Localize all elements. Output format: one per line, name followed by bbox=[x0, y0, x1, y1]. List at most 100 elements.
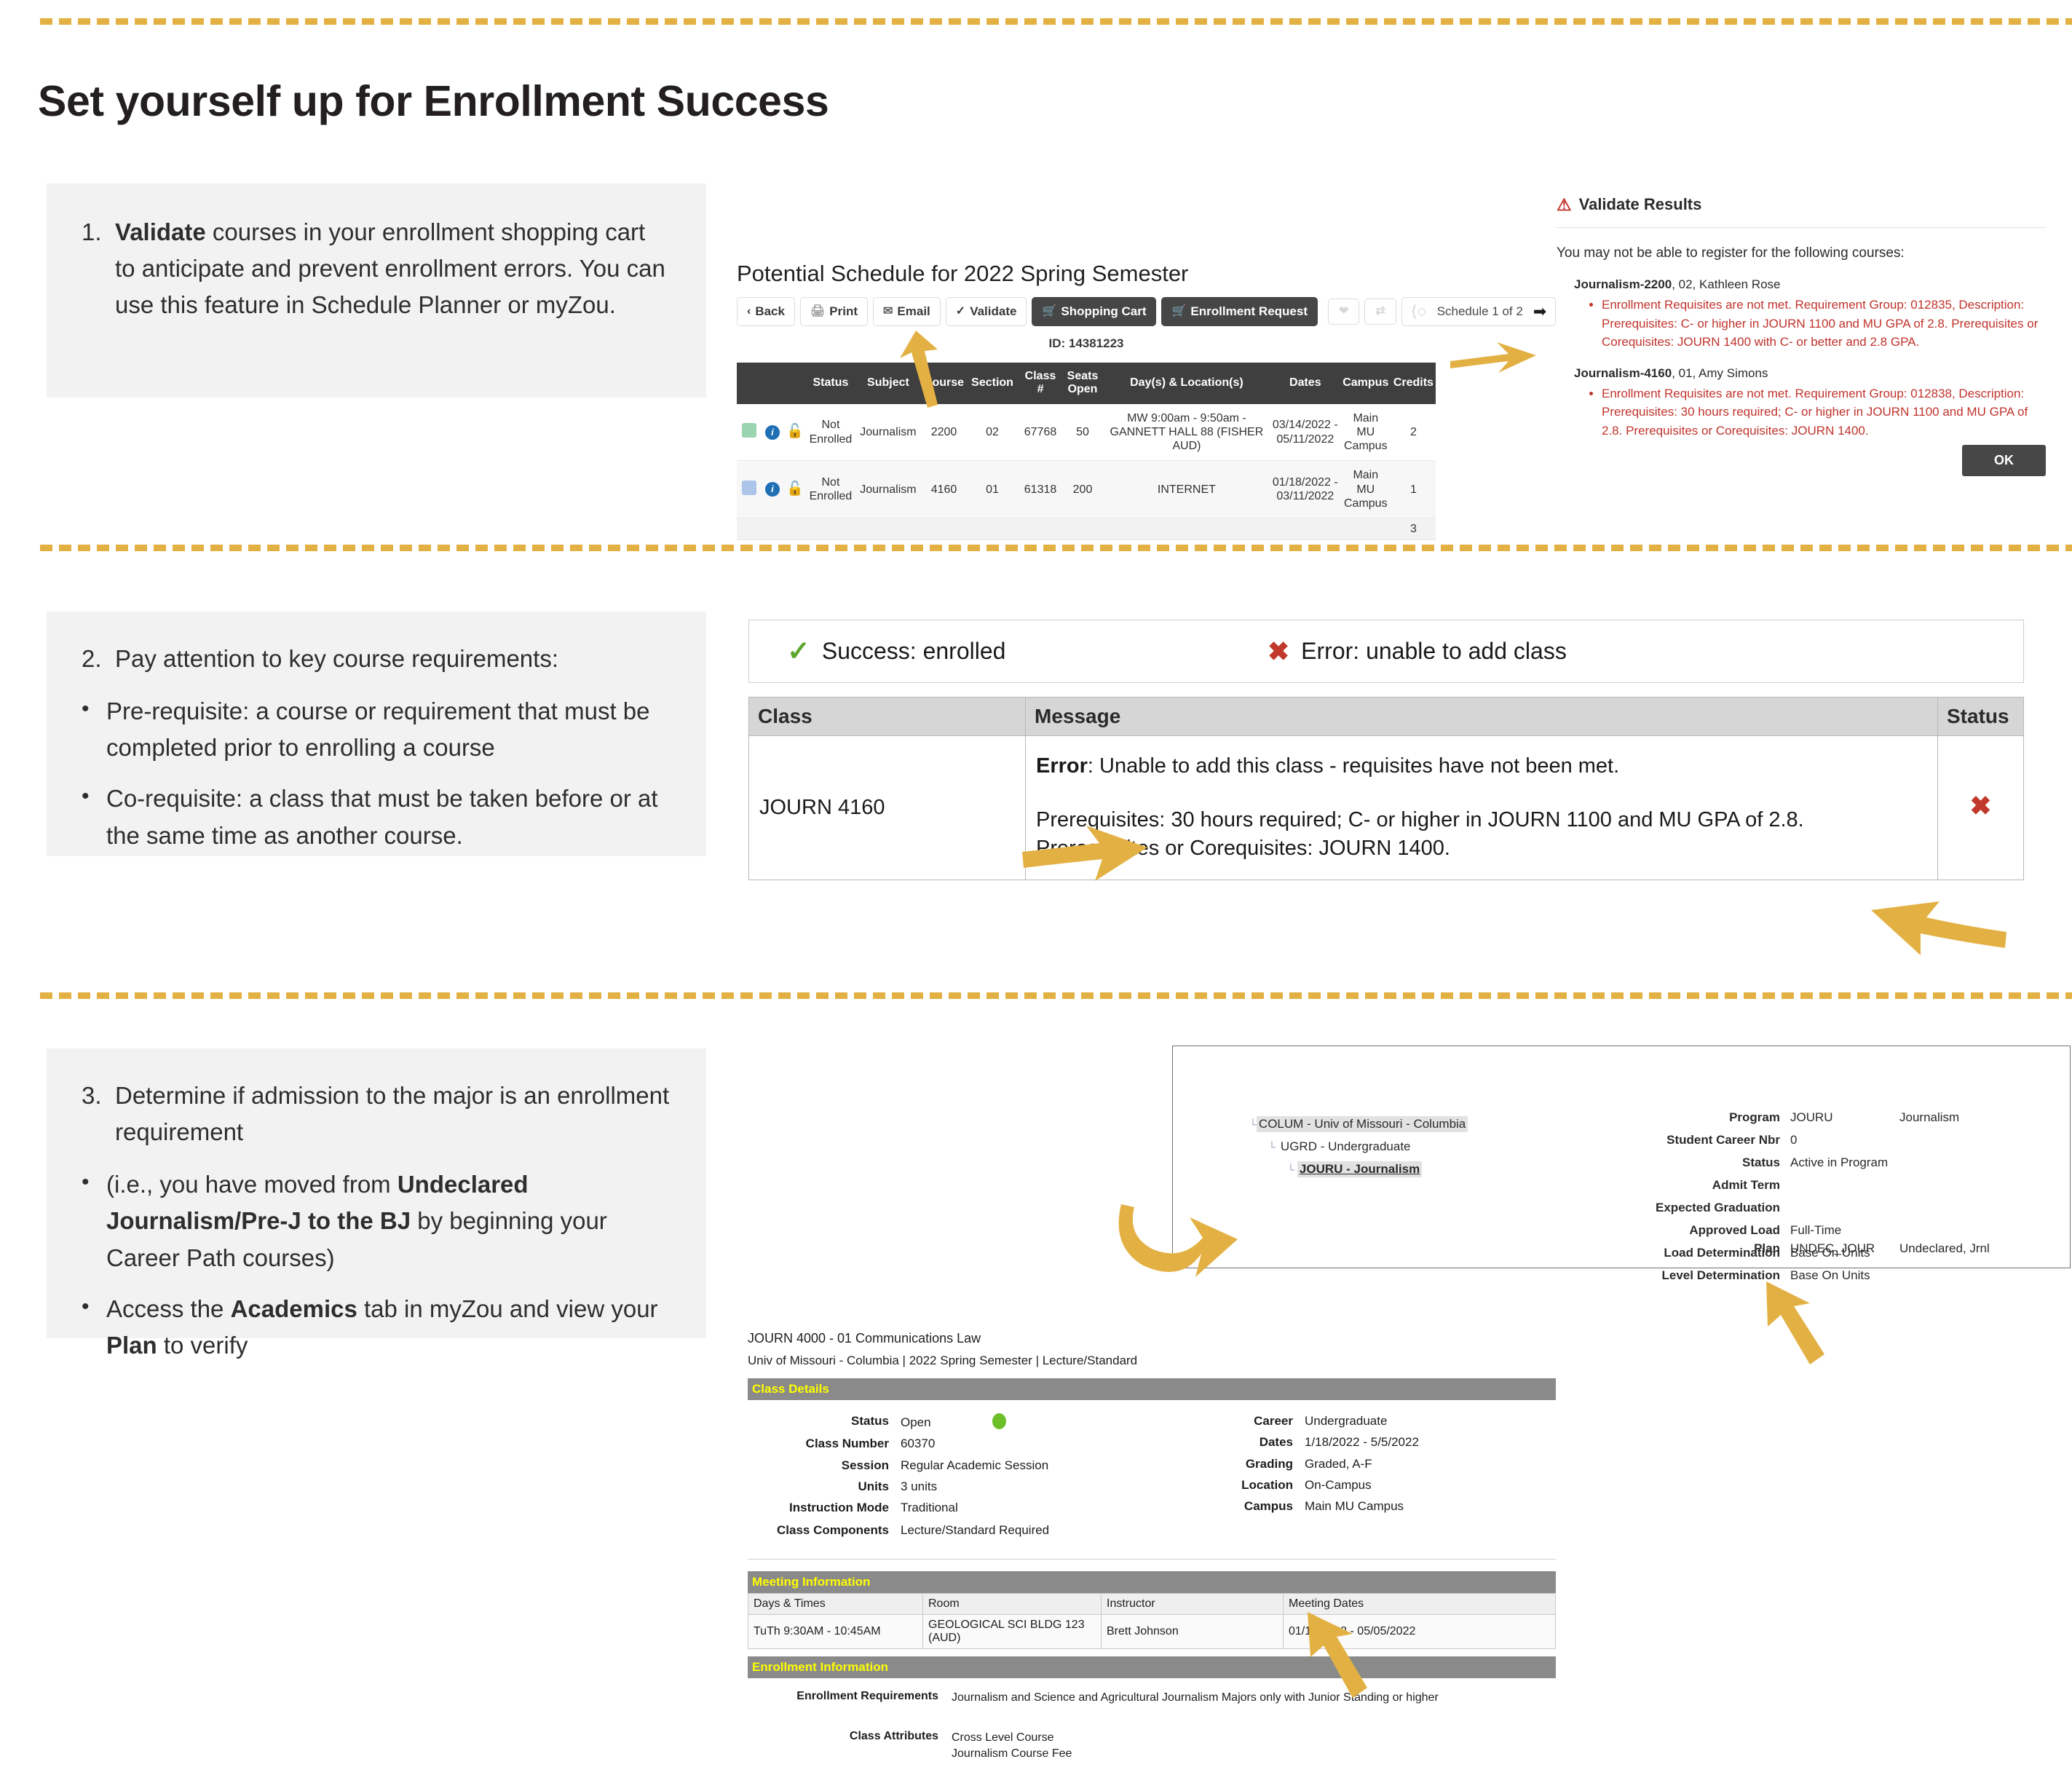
email-button[interactable]: ✉ Email bbox=[873, 297, 941, 326]
status-value-wrap: Open bbox=[901, 1413, 1152, 1430]
print-label: Print bbox=[829, 304, 858, 318]
row-lock-cell[interactable]: 🔓 bbox=[783, 403, 807, 462]
tree-elbow-icon: └ bbox=[1268, 1141, 1276, 1153]
validate-results-separator bbox=[1557, 227, 2046, 228]
enrollment-requirements-value: Journalism and Science and Agricultural … bbox=[952, 1691, 1439, 1704]
list-item: • Pre-requisite: a course or requirement… bbox=[82, 693, 670, 766]
row-status: Not Enrolled bbox=[806, 403, 855, 462]
tree-career[interactable]: UGRD - Undergraduate bbox=[1278, 1139, 1413, 1155]
cart-icon: 🛒 bbox=[1042, 305, 1057, 317]
status-value: Active in Program bbox=[1790, 1155, 1889, 1169]
circle-arrow-right-icon[interactable]: ➡ bbox=[1533, 304, 1546, 320]
meeting-room: GEOLOGICAL SCI BLDG 123 (AUD) bbox=[922, 1613, 1102, 1649]
red-x-icon: ✖ bbox=[1268, 636, 1290, 666]
info-icon[interactable]: i bbox=[764, 482, 780, 497]
class-number-label: Class Number bbox=[805, 1437, 889, 1451]
info-icon[interactable]: i bbox=[764, 424, 780, 440]
col-lock bbox=[783, 363, 807, 404]
class-details-left-column: Status Open Class Number 60370 Session R… bbox=[748, 1413, 1152, 1544]
arrow-to-enrollment-requirements bbox=[1308, 1612, 1367, 1698]
arrow-schedule-to-results bbox=[1450, 342, 1536, 373]
validate-course-1: Journalism-2200, 02, Kathleen Rose bbox=[1574, 277, 2046, 292]
col-section: Section bbox=[966, 363, 1019, 404]
field-row: Location On-Campus bbox=[1152, 1477, 1556, 1493]
row-section: 02 bbox=[966, 403, 1019, 462]
ok-button[interactable]: OK bbox=[1962, 445, 2046, 476]
table-row: i 🔓 Not Enrolled Journalism 4160 01 6131… bbox=[737, 460, 1436, 518]
back-button[interactable]: ‹ Back bbox=[737, 297, 795, 326]
validate-results-header: ⚠ Validate Results bbox=[1557, 195, 2046, 214]
open-lock-icon[interactable]: 🔓 bbox=[786, 424, 804, 439]
row-info-cell[interactable]: i bbox=[761, 460, 783, 518]
class-details-body: Status Open Class Number 60370 Session R… bbox=[748, 1400, 1556, 1554]
arrow-to-message-cell bbox=[1022, 826, 1147, 881]
step-2-panel: 2. Pay attention to key course requireme… bbox=[47, 612, 706, 856]
message-row-status: ✖ bbox=[1937, 735, 2024, 881]
program-value: JOURU bbox=[1790, 1110, 1833, 1124]
shuffle-button[interactable]: ⇄ bbox=[1364, 299, 1396, 325]
row-lock-cell[interactable]: 🔓 bbox=[783, 460, 807, 518]
legend-success: ✓ Success: enrolled bbox=[787, 638, 1268, 665]
printer-icon: 🖨 bbox=[810, 305, 826, 317]
row-dates: 01/18/2022 - 03/11/2022 bbox=[1270, 460, 1340, 518]
enrollment-request-button[interactable]: 🛒 Enrollment Request bbox=[1161, 297, 1318, 326]
table-total-row: 3 bbox=[737, 518, 1436, 541]
field-row: Status Active in Program bbox=[1617, 1155, 2054, 1170]
career-value: Undergraduate bbox=[1305, 1414, 1388, 1428]
divider-section-1-2 bbox=[40, 545, 2072, 551]
instruction-mode-value: Traditional bbox=[901, 1501, 958, 1514]
class-details-title: JOURN 4000 - 01 Communications Law bbox=[748, 1331, 981, 1346]
check-icon: ✓ bbox=[955, 305, 966, 317]
units-label: Units bbox=[858, 1479, 890, 1493]
row-subject: Journalism bbox=[854, 403, 922, 462]
tree-elbow-icon: └ bbox=[1287, 1163, 1294, 1175]
favorite-button[interactable]: ❤ bbox=[1328, 299, 1360, 325]
shopping-cart-button[interactable]: 🛒 Shopping Cart bbox=[1032, 297, 1157, 326]
list-item: • Access the Academics tab in myZou and … bbox=[82, 1291, 670, 1364]
admit-term-label: Admit Term bbox=[1712, 1178, 1780, 1192]
field-row: Grading Graded, A-F bbox=[1152, 1456, 1556, 1471]
b2-bold2: Plan bbox=[106, 1331, 157, 1359]
field-row: Expected Graduation bbox=[1617, 1201, 2054, 1215]
enrollment-request-label: Enrollment Request bbox=[1190, 304, 1308, 318]
row-info-cell[interactable]: i bbox=[761, 403, 783, 462]
b2-pre: Access the bbox=[106, 1295, 231, 1322]
row-dates: 03/14/2022 - 05/11/2022 bbox=[1270, 403, 1340, 462]
divider-top bbox=[40, 18, 2072, 25]
validate-course-2-code: Journalism-4160 bbox=[1574, 366, 1672, 380]
validate-message: Enrollment Requisites are not met. Requi… bbox=[1602, 384, 2046, 440]
col-credits: Credits bbox=[1391, 363, 1436, 404]
row-seats-open: 200 bbox=[1062, 460, 1103, 518]
status-legend: ✓ Success: enrolled ✖ Error: unable to a… bbox=[748, 620, 2024, 683]
schedule-pager[interactable]: ⟨○ Schedule 1 of 2 ➡ bbox=[1401, 297, 1557, 326]
tree-level-2-row: └ UGRD - Undergraduate bbox=[1249, 1132, 1468, 1155]
row-credits: 1 bbox=[1391, 460, 1436, 518]
step-1-panel: 1. Validate courses in your enrollment s… bbox=[47, 183, 706, 398]
warning-triangle-icon: ⚠ bbox=[1557, 194, 1572, 214]
row-credits: 2 bbox=[1391, 403, 1436, 462]
tree-program[interactable]: JOURU - Journalism bbox=[1297, 1161, 1423, 1177]
list-item: • (i.e., you have moved from Undeclared … bbox=[82, 1166, 670, 1276]
dates-value: 1/18/2022 - 5/5/2022 bbox=[1305, 1435, 1419, 1450]
open-lock-icon[interactable]: 🔓 bbox=[786, 481, 804, 497]
circle-arrow-left-icon[interactable]: ⟨○ bbox=[1411, 304, 1427, 320]
validate-button[interactable]: ✓ Validate bbox=[945, 297, 1027, 326]
message-table-header-row: Class Message Status bbox=[748, 697, 2024, 736]
campus-value: Main MU Campus bbox=[1305, 1499, 1404, 1513]
student-career-nbr-value: 0 bbox=[1790, 1133, 1798, 1147]
bullet-dot: • bbox=[82, 784, 90, 809]
approved-load-value: Full-Time bbox=[1790, 1223, 1842, 1237]
dates-label: Dates bbox=[1259, 1435, 1293, 1450]
schedule-table: Status Subject Course Section Class # Se… bbox=[737, 363, 1436, 541]
print-button[interactable]: 🖨 Print bbox=[799, 297, 869, 326]
row-swatch-cell bbox=[737, 460, 762, 518]
row-subject: Journalism bbox=[854, 460, 922, 518]
expected-graduation-value bbox=[1790, 1201, 1899, 1215]
col-class: Class bbox=[748, 697, 1026, 736]
field-row: Class Number 60370 bbox=[748, 1436, 1152, 1451]
tree-institution[interactable]: COLUM - Univ of Missouri - Columbia bbox=[1256, 1116, 1468, 1132]
meeting-days-times: TuTh 9:30AM - 10:45AM bbox=[748, 1613, 923, 1649]
validate-label: Validate bbox=[970, 304, 1017, 318]
session-value: Regular Academic Session bbox=[901, 1458, 1049, 1472]
field-row: Campus Main MU Campus bbox=[1152, 1498, 1556, 1514]
